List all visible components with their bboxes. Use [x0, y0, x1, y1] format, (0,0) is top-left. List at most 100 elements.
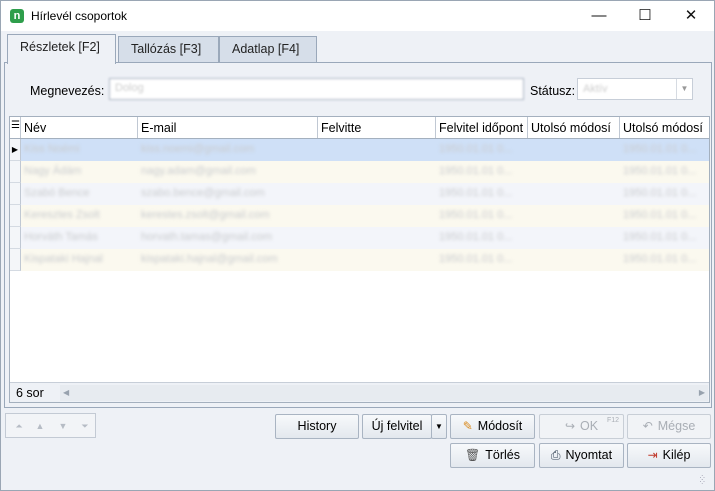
exit-button[interactable]: ⇥ Kilép	[627, 443, 711, 468]
chevron-down-icon: ▼	[435, 422, 443, 431]
title-bar: n Hírlevél csoportok — ☐ ✕	[1, 1, 714, 31]
table-cell[interactable]: Kispataki Hajnal	[21, 249, 138, 271]
minimize-button[interactable]: —	[576, 1, 622, 31]
column-chooser-icon[interactable]: ☰	[10, 117, 21, 138]
table-cell[interactable]: 1950.01.01 0...	[620, 161, 709, 183]
table-cell[interactable]: nagy.adam@gmail.com	[138, 161, 318, 183]
print-button[interactable]: ⎙ Nyomtat	[539, 443, 624, 468]
record-navigator: ⏶ ▲ ▼ ⏷	[5, 413, 96, 438]
table-row[interactable]: Szabó Bence szabo.bence@gmail.com 1950.01.…	[10, 183, 709, 205]
new-record-dropdown[interactable]: ▼	[431, 414, 447, 439]
table-cell[interactable]	[318, 161, 436, 183]
tab-datasheet[interactable]: Adatlap [F4]	[219, 36, 317, 63]
print-label: Nyomtat	[565, 448, 613, 462]
row-indicator[interactable]: ▶	[10, 139, 21, 161]
table-cell[interactable]	[318, 183, 436, 205]
table-cell[interactable]	[528, 161, 620, 183]
table-cell[interactable]	[318, 139, 436, 161]
history-label: History	[297, 419, 337, 433]
horizontal-scrollbar[interactable]: ◀ ▶	[60, 385, 708, 401]
column-header-name[interactable]: Név	[21, 117, 138, 138]
table-cell[interactable]: 1950.01.01 0...	[436, 249, 528, 271]
edit-label: Módosít	[477, 419, 523, 433]
resize-grip-icon[interactable]: ·:· ·:·	[699, 473, 711, 487]
pencil-icon: ✎	[462, 419, 473, 433]
table-cell[interactable]	[528, 227, 620, 249]
close-button[interactable]: ✕	[668, 1, 714, 31]
delete-button[interactable]: 🗑 Törlés	[450, 443, 535, 468]
row-indicator[interactable]	[10, 183, 21, 205]
table-cell[interactable]: 1950.01.01 0...	[436, 227, 528, 249]
ok-button[interactable]: ↪ OK F12	[539, 414, 624, 439]
table-cell[interactable]	[318, 205, 436, 227]
table-row[interactable]: Keresztes Zsolt kerestes.zsolt@gmail.com 1…	[10, 205, 709, 227]
data-grid: ☰ Név E-mail Felvitte Felvitel időpont U…	[9, 116, 710, 403]
table-cell[interactable]	[528, 139, 620, 161]
column-header-modified-1[interactable]: Utolsó módosí	[528, 117, 620, 138]
cancel-button[interactable]: ↶ Mégse	[627, 414, 711, 439]
table-cell[interactable]: Kiss Noémi	[21, 139, 138, 161]
table-cell[interactable]: kispataki.hajnal@gmail.com	[138, 249, 318, 271]
table-cell[interactable]: 1950.01.01 0...	[436, 161, 528, 183]
table-cell[interactable]: 1950.01.01 0...	[436, 139, 528, 161]
table-row[interactable]: ▶ Kiss Noémi kiss.noemi@gmail.com 1950.01.0…	[10, 139, 709, 161]
table-cell[interactable]: Szabó Bence	[21, 183, 138, 205]
table-cell[interactable]: kiss.noemi@gmail.com	[138, 139, 318, 161]
new-record-button[interactable]: Új felvitel	[362, 414, 432, 439]
table-cell[interactable]: kerestes.zsolt@gmail.com	[138, 205, 318, 227]
table-cell[interactable]: horvath.tamas@gmail.com	[138, 227, 318, 249]
table-cell[interactable]: szabo.bence@gmail.com	[138, 183, 318, 205]
scroll-left-icon[interactable]: ◀	[63, 385, 69, 401]
table-cell[interactable]: Horváth Tamás	[21, 227, 138, 249]
maximize-button[interactable]: ☐	[622, 1, 668, 31]
row-indicator[interactable]	[10, 227, 21, 249]
window-title: Hírlevél csoportok	[31, 9, 128, 23]
table-cell[interactable]: 1950.01.01 0...	[620, 183, 709, 205]
table-cell[interactable]	[528, 205, 620, 227]
table-row[interactable]: Kispataki Hajnal kispataki.hajnal@gmail.c…	[10, 249, 709, 271]
enter-icon: ↪	[564, 419, 575, 433]
status-label: Státusz:	[530, 84, 576, 98]
table-cell[interactable]: 1950.01.01 0...	[436, 205, 528, 227]
table-cell[interactable]: 1950.01.01 0...	[620, 139, 709, 161]
first-record-icon[interactable]: ⏶	[12, 419, 26, 433]
next-record-icon[interactable]: ▼	[56, 419, 70, 433]
column-header-email[interactable]: E-mail	[138, 117, 318, 138]
name-label: Megnevezés:	[30, 84, 105, 98]
table-cell[interactable]	[528, 183, 620, 205]
edit-button[interactable]: ✎ Módosít	[450, 414, 535, 439]
scroll-right-icon[interactable]: ▶	[699, 385, 705, 401]
history-button[interactable]: History	[275, 414, 359, 439]
table-cell[interactable]: 1950.01.01 0...	[620, 227, 709, 249]
table-cell[interactable]	[528, 249, 620, 271]
column-header-created-by[interactable]: Felvitte	[318, 117, 436, 138]
row-indicator[interactable]	[10, 161, 21, 183]
table-cell[interactable]	[318, 249, 436, 271]
column-header-created-at[interactable]: Felvitel időpont	[436, 117, 528, 138]
printer-icon: ⎙	[550, 448, 561, 462]
table-cell[interactable]: 1950.01.01 0...	[620, 249, 709, 271]
trash-icon: 🗑	[465, 448, 481, 462]
table-row[interactable]: Nagy Ádám nagy.adam@gmail.com 1950.01.01 0…	[10, 161, 709, 183]
tab-browse[interactable]: Tallózás [F3]	[118, 36, 219, 63]
chevron-down-icon[interactable]: ▼	[676, 79, 692, 99]
table-cell[interactable]: 1950.01.01 0...	[620, 205, 709, 227]
row-indicator[interactable]	[10, 249, 21, 271]
ok-label: OK	[580, 419, 599, 433]
table-cell[interactable]: Keresztes Zsolt	[21, 205, 138, 227]
name-field[interactable]: Dolog	[109, 78, 524, 100]
table-cell[interactable]: 1950.01.01 0...	[436, 183, 528, 205]
exit-label: Kilép	[662, 448, 691, 462]
table-cell[interactable]: Nagy Ádám	[21, 161, 138, 183]
status-select[interactable]: Aktív ▼	[577, 78, 693, 100]
column-header-modified-2[interactable]: Utolsó módosí	[620, 117, 709, 138]
details-panel: Megnevezés: Dolog Státusz: Aktív ▼ ☰ Név…	[4, 62, 712, 408]
table-cell[interactable]	[318, 227, 436, 249]
row-indicator[interactable]	[10, 205, 21, 227]
last-record-icon[interactable]: ⏷	[78, 419, 92, 433]
cancel-label: Mégse	[657, 419, 696, 433]
table-row[interactable]: Horváth Tamás horvath.tamas@gmail.com 1950…	[10, 227, 709, 249]
tab-details[interactable]: Részletek [F2]	[7, 34, 116, 64]
delete-label: Törlés	[485, 448, 520, 462]
prev-record-icon[interactable]: ▲	[33, 419, 47, 433]
